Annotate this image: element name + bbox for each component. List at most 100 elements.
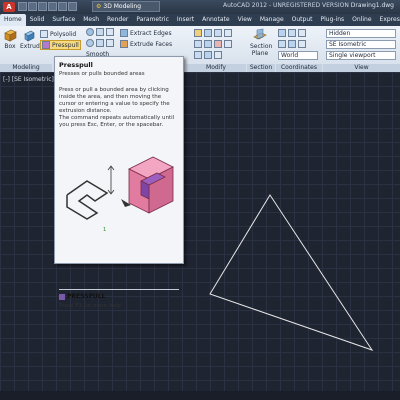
tooltip-command: PRESSPULL <box>59 293 105 300</box>
box-label: Box <box>4 43 16 50</box>
autocad-logo-icon[interactable]: A <box>3 2 15 12</box>
redo-icon[interactable] <box>58 2 67 11</box>
world-combo-label: World <box>281 52 299 59</box>
panel-title-modify[interactable]: Modify <box>186 64 246 72</box>
view-direction-dropdown[interactable]: SE Isometric <box>326 40 396 49</box>
ucs-z-icon[interactable] <box>278 40 286 48</box>
presspull-icon <box>42 41 50 49</box>
rotate-icon[interactable] <box>204 29 212 37</box>
section-plane-label: Section Plane <box>250 43 273 57</box>
tooltip-note: The command repeats automatically until … <box>59 115 175 128</box>
extrude-icon <box>24 30 35 42</box>
subtract-icon[interactable] <box>106 39 114 47</box>
modify-row-2 <box>194 40 232 48</box>
ucs-world-dropdown[interactable]: World <box>278 51 318 60</box>
cone-icon[interactable] <box>96 39 104 47</box>
presspull-label: Presspull <box>52 41 79 49</box>
tab-view[interactable]: View <box>234 14 256 26</box>
move-icon[interactable] <box>194 29 202 37</box>
extrusion-arrow-icon <box>107 165 115 195</box>
tab-manage[interactable]: Manage <box>256 14 288 26</box>
fillet-icon[interactable] <box>204 40 212 48</box>
tab-render[interactable]: Render <box>103 14 132 26</box>
panel-title-coordinates[interactable]: Coordinates <box>276 64 322 72</box>
section-plane-icon <box>253 28 267 40</box>
smooth-row <box>86 28 114 36</box>
ucs-world-icon[interactable] <box>288 29 296 37</box>
tab-surface[interactable]: Surface <box>48 14 79 26</box>
triangle-shape[interactable] <box>209 194 374 351</box>
polysolid-label: Polysolid <box>50 30 77 38</box>
tab-annotate[interactable]: Annotate <box>198 14 233 26</box>
status-bar <box>0 391 400 400</box>
scale-icon[interactable] <box>194 51 202 59</box>
copy-icon[interactable] <box>224 40 232 48</box>
print-icon[interactable] <box>68 2 77 11</box>
view-direction-label: SE Isometric <box>329 41 367 48</box>
tooltip-separator <box>59 289 179 290</box>
document-name: Drawing1.dwg <box>350 2 394 9</box>
offset-icon[interactable] <box>214 51 222 59</box>
stretch-icon[interactable] <box>204 51 212 59</box>
array-icon[interactable] <box>194 40 202 48</box>
new-icon[interactable] <box>18 2 27 11</box>
tab-insert[interactable]: Insert <box>173 14 198 26</box>
extract-edges-icon <box>120 29 128 37</box>
extrude-button[interactable]: Extrude <box>20 28 43 50</box>
tooltip-help: Press F1 for more help <box>59 303 121 309</box>
tooltip-command-name: PRESSPULL <box>67 293 106 300</box>
tab-online[interactable]: Online <box>348 14 375 26</box>
workspace-label: 3D Modeling <box>103 3 142 10</box>
tab-output[interactable]: Output <box>288 14 317 26</box>
presspull-button[interactable]: Presspull <box>40 40 81 50</box>
tab-parametric[interactable]: Parametric <box>132 14 173 26</box>
extrude-faces-button[interactable]: Extrude Faces <box>120 40 172 48</box>
panel-title-section[interactable]: Section <box>247 64 275 72</box>
torus-icon[interactable] <box>86 39 94 47</box>
tab-express-tools[interactable]: Express Tools <box>376 14 400 26</box>
viewport-config-label: Single viewport <box>329 52 376 59</box>
panel-title-modeling[interactable]: Modeling <box>0 64 52 72</box>
ucs-icon[interactable] <box>278 29 286 37</box>
window-title: AutoCAD 2012 - UNREGISTERED VERSION Draw… <box>223 2 394 9</box>
visual-style-dropdown[interactable]: Hidden <box>326 29 396 38</box>
union-icon[interactable] <box>106 28 114 36</box>
save-icon[interactable] <box>38 2 47 11</box>
tooltip-subtitle: Presses or pulls bounded areas <box>59 71 145 77</box>
undo-icon[interactable] <box>48 2 57 11</box>
presspull-tooltip: Presspull Presses or pulls bounded areas… <box>54 56 184 309</box>
presspull-illustration: 1 <box>66 156 174 233</box>
section-plane-button[interactable]: Section Plane <box>250 28 273 57</box>
tab-solid[interactable]: Solid <box>26 14 49 26</box>
tooltip-title: Presspull <box>59 61 93 69</box>
ribbon-tab-bar: Home Solid Surface Mesh Render Parametric Inse… <box>0 14 400 26</box>
tab-mesh[interactable]: Mesh <box>79 14 103 26</box>
ucs-view-icon[interactable] <box>288 40 296 48</box>
ucs-origin-icon[interactable] <box>298 29 306 37</box>
illustration-marker: 1 <box>103 227 106 233</box>
presspull-command-icon <box>59 293 65 300</box>
mirror-icon[interactable] <box>224 29 232 37</box>
polysolid-button[interactable]: Polysolid <box>40 30 76 38</box>
extruded-solid-shape <box>128 156 174 214</box>
workspace-dropdown[interactable]: ⚙ 3D Modeling <box>92 1 160 12</box>
quick-access-toolbar <box>18 2 77 11</box>
tab-home[interactable]: Home <box>0 14 26 26</box>
erase-icon[interactable] <box>214 40 222 48</box>
sphere-icon[interactable] <box>86 28 94 36</box>
panel-title-view[interactable]: View <box>323 64 400 72</box>
box-icon <box>4 29 17 42</box>
polysolid-icon <box>40 30 48 38</box>
box-button[interactable]: Box <box>2 28 18 50</box>
extrude-faces-icon <box>120 40 128 48</box>
gear-icon: ⚙ <box>96 3 102 10</box>
ucs-3point-icon[interactable] <box>298 40 306 48</box>
tab-plug-ins[interactable]: Plug-ins <box>317 14 349 26</box>
mesh-icon[interactable] <box>96 28 104 36</box>
tooltip-description: Press or pull a bounded area by clicking… <box>59 87 170 114</box>
open-icon[interactable] <box>28 2 37 11</box>
align-icon[interactable] <box>214 29 222 37</box>
viewport-config-dropdown[interactable]: Single viewport <box>326 51 396 60</box>
app-version-title: AutoCAD 2012 - UNREGISTERED VERSION <box>223 2 349 9</box>
extract-edges-button[interactable]: Extract Edges <box>120 29 172 37</box>
